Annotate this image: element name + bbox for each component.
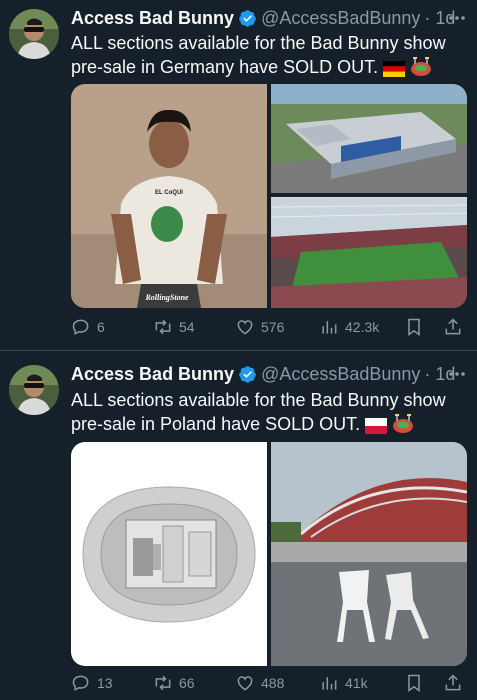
- avatar-image: [9, 365, 59, 415]
- bookmark-icon: [408, 674, 420, 692]
- stadium-emoji-icon: [393, 414, 414, 433]
- tweet-divider: [0, 350, 477, 351]
- magazine-logo: RollingStone: [144, 293, 189, 302]
- tweet-actions: 13 66 488 41k: [71, 672, 467, 694]
- tweet-body: ALL sections available for the Bad Bunny…: [71, 390, 446, 434]
- display-name[interactable]: Access Bad Bunny: [71, 364, 234, 385]
- like-count: 488: [261, 675, 285, 691]
- arena-interior-photo: [271, 197, 467, 308]
- view-count: 41k: [345, 675, 368, 691]
- user-handle[interactable]: @AccessBadBunny: [261, 364, 420, 385]
- like-count: 576: [261, 319, 285, 335]
- repost-count: 54: [179, 319, 195, 335]
- repost-count: 66: [179, 675, 195, 691]
- tweet[interactable]: Access Bad Bunny @AccessBadBunny · 1d AL…: [0, 0, 477, 350]
- reply-count: 6: [97, 319, 105, 335]
- poland-flag-icon: [365, 418, 388, 434]
- views-chart-icon: [322, 677, 337, 690]
- tweet-text: ALL sections available for the Bad Bunny…: [71, 31, 466, 79]
- heart-icon: [237, 320, 253, 335]
- media-grid[interactable]: [71, 442, 467, 666]
- tweet-text: ALL sections available for the Bad Bunny…: [71, 388, 466, 436]
- more-options-icon[interactable]: [447, 362, 467, 386]
- like-button[interactable]: 576: [235, 317, 284, 337]
- verified-badge-icon: [239, 365, 256, 383]
- tweet-header: Access Bad Bunny @AccessBadBunny · 1d: [71, 362, 467, 386]
- heart-icon: [237, 676, 253, 691]
- reply-button[interactable]: 13: [71, 673, 113, 693]
- media-grid[interactable]: EL CoQUI RollingStone: [71, 84, 467, 308]
- more-options-icon[interactable]: [447, 6, 467, 30]
- avatar[interactable]: [9, 9, 59, 59]
- repost-icon: [155, 319, 171, 335]
- bookmark-icon: [408, 318, 420, 336]
- tweet-actions: 6 54 576 42.3k: [71, 316, 467, 338]
- arena-aerial-photo: [271, 84, 467, 193]
- views-button[interactable]: 42.3k: [319, 317, 379, 337]
- user-handle[interactable]: @AccessBadBunny: [261, 8, 420, 29]
- photo-arena-interior[interactable]: [271, 197, 467, 308]
- share-icon: [445, 318, 461, 335]
- repost-icon: [155, 675, 171, 691]
- avatar[interactable]: [9, 365, 59, 415]
- views-chart-icon: [322, 321, 337, 334]
- reply-icon: [72, 675, 89, 691]
- photo-seating-chart[interactable]: [71, 442, 267, 666]
- seating-chart-image: [71, 442, 267, 666]
- photo-arena-exterior[interactable]: [271, 84, 467, 193]
- reply-count: 13: [97, 675, 113, 691]
- share-button[interactable]: [443, 317, 469, 337]
- photo-stadium-chairs[interactable]: [271, 442, 467, 666]
- person-photo: EL CoQUI RollingStone: [71, 84, 267, 308]
- like-button[interactable]: 488: [235, 673, 284, 693]
- tweet-header: Access Bad Bunny @AccessBadBunny · 1d: [71, 6, 467, 30]
- share-icon: [445, 674, 461, 691]
- germany-flag-icon: [383, 61, 406, 77]
- bookmark-button[interactable]: [404, 673, 430, 693]
- tweet[interactable]: Access Bad Bunny @AccessBadBunny · 1d AL…: [0, 352, 477, 700]
- reply-button[interactable]: 6: [71, 317, 105, 337]
- views-button[interactable]: 41k: [319, 673, 368, 693]
- photo-bad-bunny[interactable]: EL CoQUI RollingStone: [71, 84, 267, 308]
- shirt-text: EL CoQUI: [155, 190, 183, 196]
- share-button[interactable]: [443, 673, 469, 693]
- bookmark-button[interactable]: [404, 317, 430, 337]
- repost-button[interactable]: 66: [153, 673, 195, 693]
- reply-icon: [72, 319, 89, 335]
- stadium-emoji-icon: [411, 57, 432, 76]
- view-count: 42.3k: [345, 319, 380, 335]
- repost-button[interactable]: 54: [153, 317, 195, 337]
- stadium-chairs-photo: [271, 442, 467, 666]
- avatar-image: [9, 9, 59, 59]
- display-name[interactable]: Access Bad Bunny: [71, 8, 234, 29]
- verified-badge-icon: [239, 9, 256, 27]
